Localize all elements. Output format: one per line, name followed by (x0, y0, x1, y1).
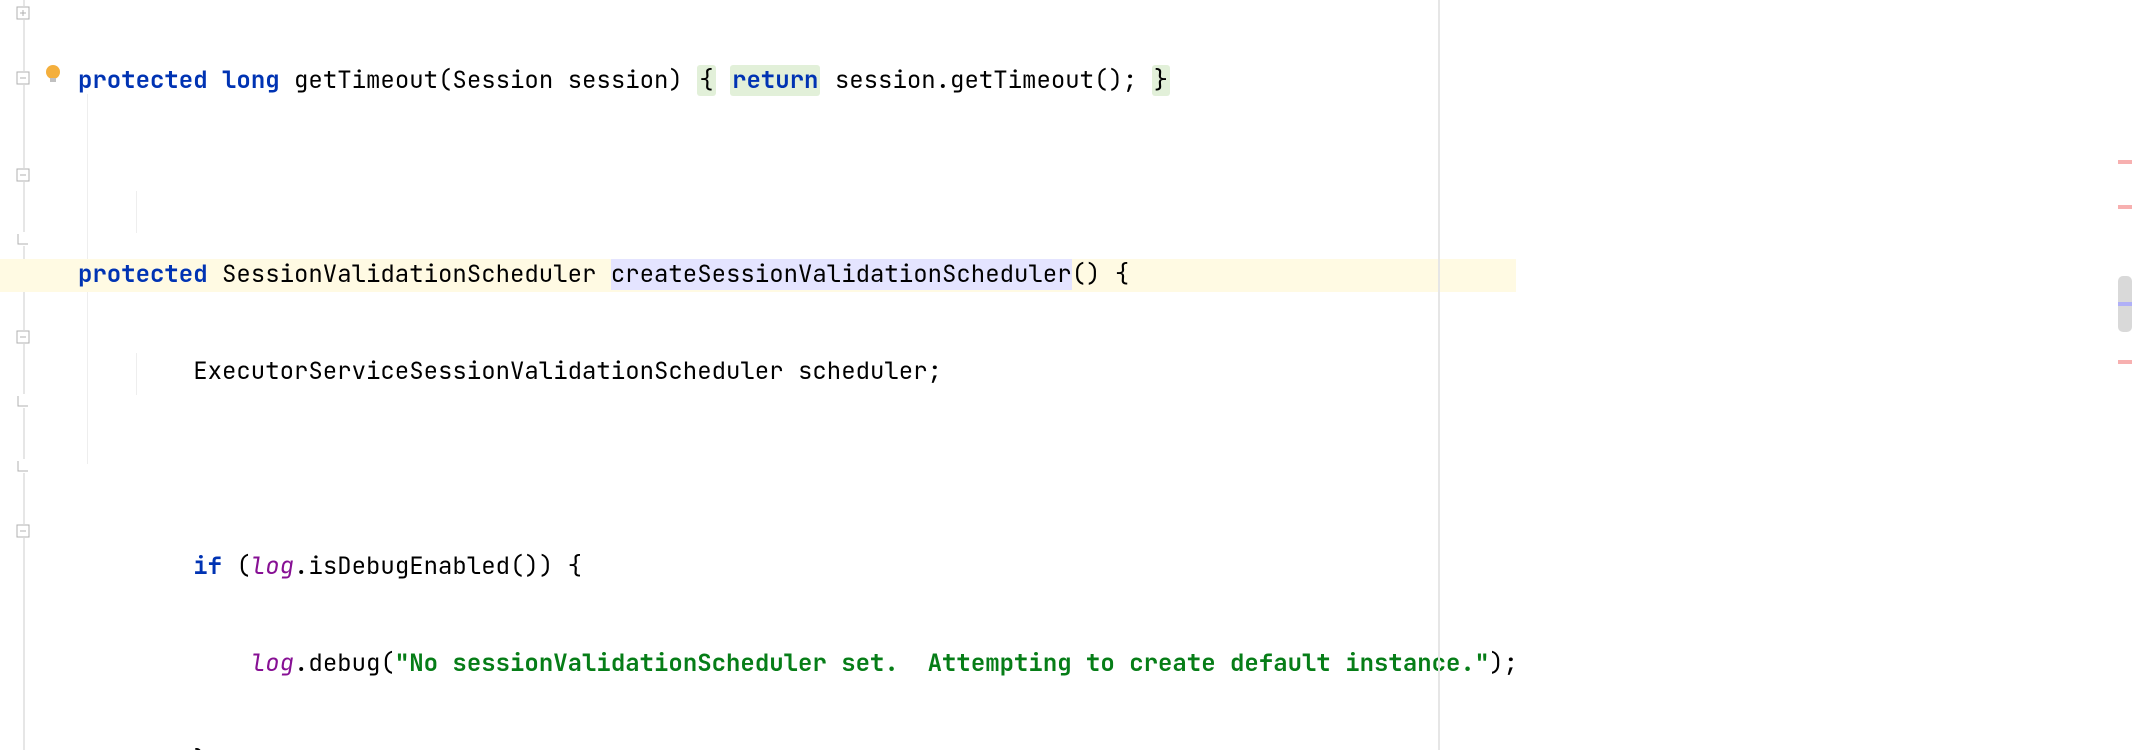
fold-end-icon[interactable] (14, 232, 32, 246)
fold-minus-icon[interactable] (14, 524, 32, 538)
fold-plus-icon[interactable] (14, 6, 32, 20)
fold-end-icon[interactable] (14, 459, 32, 473)
intention-bulb-icon[interactable] (42, 62, 64, 84)
right-margin-line (1438, 0, 1440, 750)
code-line[interactable]: if (log.isDebugEnabled()) { (78, 551, 1438, 583)
error-stripe-marker[interactable] (2118, 302, 2132, 306)
code-line[interactable] (78, 454, 1438, 486)
code-line[interactable]: ExecutorServiceSessionValidationSchedule… (78, 356, 1438, 388)
code-line[interactable]: } (78, 745, 1438, 750)
editor-gutter (0, 0, 70, 750)
code-line[interactable]: protected long getTimeout(Session sessio… (78, 65, 1438, 97)
fold-minus-icon[interactable] (14, 71, 32, 85)
fold-end-icon[interactable] (14, 394, 32, 408)
code-line-highlighted[interactable]: protected SessionValidationScheduler cre… (0, 259, 1516, 291)
error-stripe-marker[interactable] (2118, 360, 2132, 364)
code-editor[interactable]: protected long getTimeout(Session sessio… (0, 0, 2134, 750)
code-line[interactable]: log.debug("No sessionValidationScheduler… (78, 648, 1438, 680)
error-stripe-marker[interactable] (2118, 205, 2132, 209)
marker-bar[interactable] (2114, 0, 2134, 750)
fold-guide (23, 0, 25, 750)
error-stripe-marker[interactable] (2118, 160, 2132, 164)
fold-minus-icon[interactable] (14, 168, 32, 182)
code-area[interactable]: protected long getTimeout(Session sessio… (78, 0, 1438, 750)
code-line[interactable] (78, 162, 1438, 194)
fold-minus-icon[interactable] (14, 330, 32, 344)
